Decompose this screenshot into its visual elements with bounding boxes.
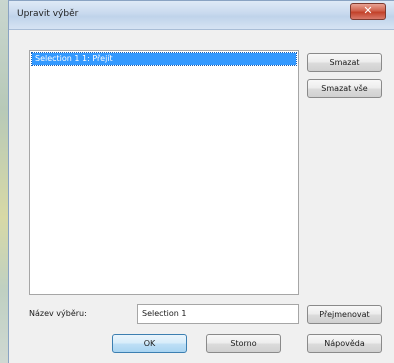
dialog-client-area: Selection 1 1: Přejít Smazat Smazat vše … bbox=[9, 30, 394, 363]
ok-button[interactable]: OK bbox=[112, 334, 187, 353]
help-button[interactable]: Nápověda bbox=[307, 334, 382, 353]
delete-button[interactable]: Smazat bbox=[307, 53, 382, 72]
delete-all-button[interactable]: Smazat vše bbox=[307, 79, 382, 98]
selection-name-input[interactable]: Selection 1 bbox=[137, 304, 299, 324]
selection-listbox[interactable]: Selection 1 1: Přejít bbox=[29, 50, 299, 295]
edit-selection-dialog: Upravit výběr ✕ Selection 1 1: Přejít Sm… bbox=[8, 0, 394, 363]
dialog-title: Upravit výběr bbox=[17, 9, 79, 19]
close-button[interactable]: ✕ bbox=[350, 3, 386, 20]
title-bar[interactable]: Upravit výběr ✕ bbox=[9, 1, 394, 30]
list-item[interactable]: Selection 1 1: Přejít bbox=[31, 52, 297, 66]
close-icon: ✕ bbox=[363, 4, 373, 17]
rename-button[interactable]: Přejmenovat bbox=[307, 305, 382, 324]
cancel-button[interactable]: Storno bbox=[206, 334, 281, 353]
selection-name-label: Název výběru: bbox=[29, 309, 87, 318]
